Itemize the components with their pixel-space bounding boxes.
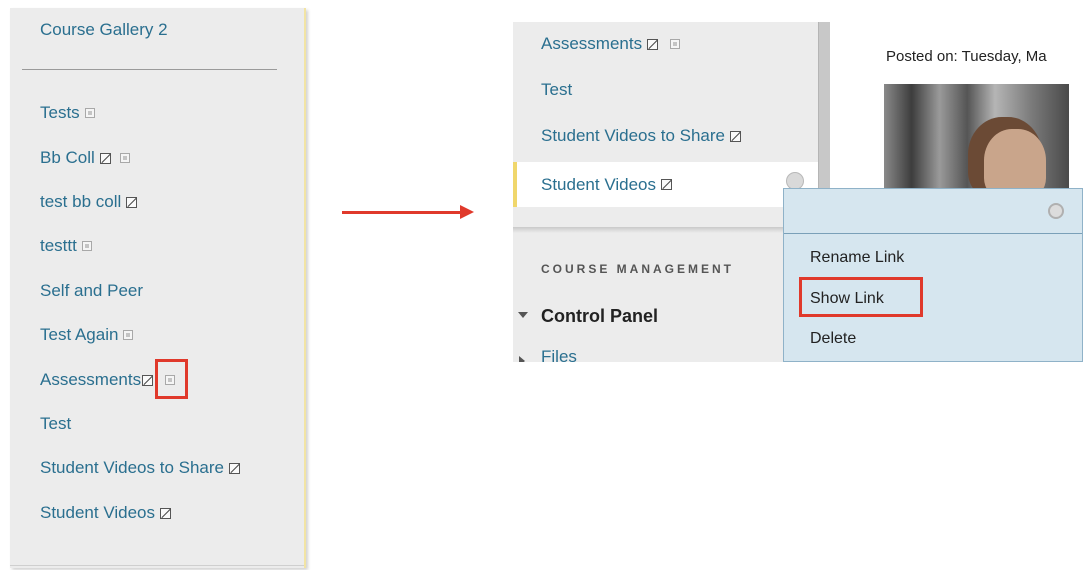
nav-item-label: Test [40, 414, 72, 433]
nav-item-student-videos-to-share[interactable]: Student Videos to Share [541, 126, 741, 146]
nav-item-label: Self and Peer [40, 281, 144, 300]
rename-link-item[interactable]: Rename Link [810, 249, 904, 267]
nav-item-label: Test Again [40, 325, 119, 344]
nav-item-label: Student Videos to Share [541, 126, 725, 145]
hidden-link-icon[interactable] [160, 507, 171, 519]
nav-item-test-bb-coll[interactable]: test bb coll [40, 192, 138, 212]
context-menu: Rename Link Show Link Delete [783, 188, 1083, 362]
nav-item-test[interactable]: Test [40, 414, 71, 434]
nav-item-tests[interactable]: Tests [40, 103, 95, 123]
course-menu-panel: Course Gallery 2 Tests Bb Coll test bb c… [10, 8, 306, 568]
hidden-link-icon[interactable] [126, 196, 138, 208]
nav-item-label: Student Videos to Share [40, 458, 224, 477]
close-icon[interactable] [1048, 203, 1064, 219]
arrow-line [342, 211, 464, 214]
hidden-link-icon[interactable] [730, 130, 741, 142]
empty-content-icon [670, 39, 681, 49]
nav-item-label: Test [541, 80, 573, 99]
nav-item-assessments[interactable]: Assessments [541, 34, 681, 54]
hidden-link-icon[interactable] [229, 462, 240, 474]
menu-divider [22, 69, 277, 70]
empty-content-icon [84, 108, 95, 118]
nav-item-label: Bb Coll [40, 148, 95, 167]
nav-item-label: testtt [40, 236, 77, 255]
context-menu-screenshot: Assessments Test Student Videos to Share… [513, 22, 1083, 362]
arrow-right-icon [460, 205, 474, 219]
right-course-menu: Assessments Test Student Videos to Share… [513, 22, 818, 362]
nav-item-label: Student Videos [541, 174, 656, 194]
control-panel-heading[interactable]: Control Panel [541, 306, 658, 327]
nav-item-test[interactable]: Test [541, 80, 572, 100]
delete-item[interactable]: Delete [810, 330, 856, 348]
empty-content-icon [81, 241, 92, 251]
empty-content-icon [119, 153, 130, 163]
caret-down-icon[interactable] [518, 312, 528, 318]
nav-item-label: Assessments [40, 370, 142, 389]
nav-item-course-gallery-2[interactable]: Course Gallery 2 [40, 20, 168, 40]
video-thumbnail [884, 84, 1069, 199]
nav-item-test-again[interactable]: Test Again [40, 325, 134, 345]
empty-content-icon [123, 330, 134, 340]
nav-item-label: Assessments [541, 34, 643, 53]
highlight-show-link [799, 277, 923, 317]
nav-item-student-videos-to-share[interactable]: Student Videos to Share [40, 458, 240, 478]
nav-item-student-videos[interactable]: Student Videos [40, 503, 171, 523]
hidden-link-icon[interactable] [661, 179, 672, 190]
nav-item-label: Tests [40, 103, 80, 122]
caret-right-icon[interactable] [519, 356, 525, 362]
highlight-hidden-icon [155, 359, 188, 399]
context-menu-header [784, 189, 1082, 234]
nav-item-self-and-peer[interactable]: Self and Peer [40, 281, 143, 301]
hidden-link-icon[interactable] [647, 38, 659, 50]
nav-item-testtt[interactable]: testtt [40, 236, 92, 256]
nav-item-label: test bb coll [40, 192, 122, 211]
hidden-link-icon[interactable] [99, 152, 111, 164]
hidden-link-icon[interactable] [142, 374, 154, 386]
posted-on-text: Posted on: Tuesday, Ma [886, 48, 1047, 65]
files-link[interactable]: Files [541, 347, 577, 362]
nav-item-label: Student Videos [40, 503, 155, 522]
nav-item-label: Course Gallery 2 [40, 20, 168, 39]
nav-item-student-videos[interactable]: Student Videos [513, 162, 818, 207]
section-heading: COURSE MANAGEMENT [541, 262, 735, 276]
panel-bottom-border [10, 565, 304, 566]
nav-item-bb-coll[interactable]: Bb Coll [40, 148, 130, 168]
